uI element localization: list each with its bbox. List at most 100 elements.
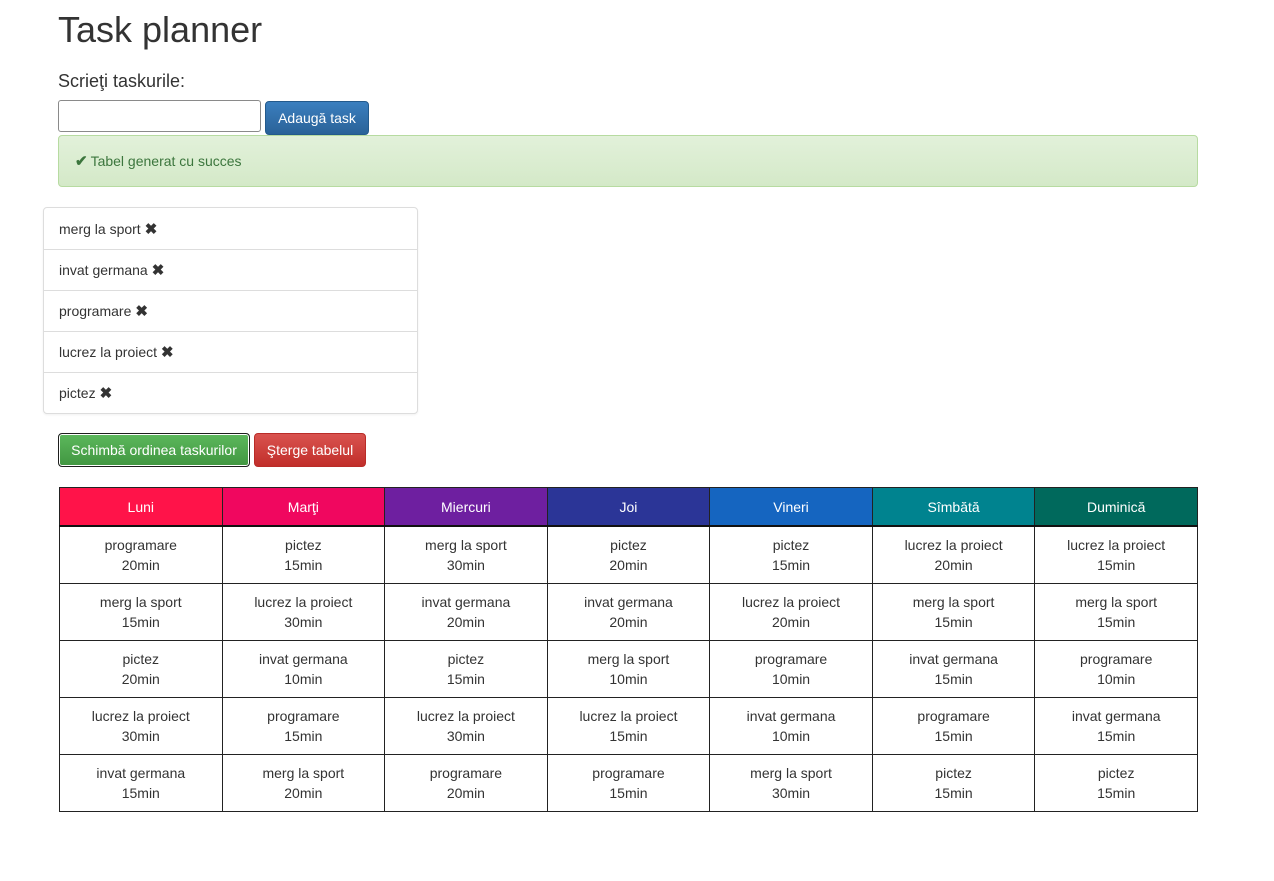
schedule-cell: invat germana 15min bbox=[871, 640, 1036, 698]
day-header: Duminică bbox=[1034, 487, 1198, 527]
task-list-item: programare ✖ bbox=[44, 290, 417, 331]
schedule-cell: pictez 15min bbox=[384, 640, 548, 698]
schedule-cell: pictez 15min bbox=[871, 754, 1036, 812]
cell-duration: 15min bbox=[934, 671, 973, 687]
day-header: Miercuri bbox=[384, 487, 548, 527]
cell-duration: 15min bbox=[121, 785, 160, 801]
cell-duration: 10min bbox=[609, 671, 648, 687]
schedule-cell: merg la sport 15min bbox=[871, 583, 1036, 641]
day-header: Luni bbox=[59, 487, 223, 527]
cell-task: merg la sport bbox=[262, 765, 345, 781]
cell-task: pictez bbox=[122, 651, 160, 667]
schedule-cell: invat germana 15min bbox=[1034, 697, 1198, 755]
cell-task: lucrez la proiect bbox=[742, 594, 841, 610]
schedule-cell: pictez 15min bbox=[709, 525, 873, 584]
task-list-item: pictez ✖ bbox=[44, 372, 417, 413]
cell-duration: 15min bbox=[446, 671, 485, 687]
cell-duration: 15min bbox=[1097, 614, 1136, 630]
cell-task: lucrez la proiect bbox=[579, 708, 678, 724]
cell-duration: 15min bbox=[771, 557, 811, 573]
cell-duration: 30min bbox=[771, 785, 811, 801]
cell-task: merg la sport bbox=[1075, 594, 1158, 610]
table-row: programare 20min pictez 15min merg la sport 3… bbox=[59, 525, 1198, 584]
remove-task-icon[interactable]: ✖ bbox=[135, 302, 148, 320]
cell-duration: 15min bbox=[1097, 728, 1136, 744]
cell-task: pictez bbox=[1097, 765, 1135, 781]
task-label: pictez bbox=[59, 385, 96, 401]
shuffle-tasks-button[interactable]: Schimbă ordinea taskurilor bbox=[58, 433, 250, 467]
schedule-cell: merg la sport 15min bbox=[59, 583, 223, 641]
cell-task: pictez bbox=[610, 537, 647, 553]
cell-task: merg la sport bbox=[912, 594, 995, 610]
schedule-cell: lucrez la proiect 30min bbox=[59, 697, 223, 755]
cell-task: programare bbox=[754, 651, 828, 667]
schedule-cell: pictez 15min bbox=[1034, 754, 1198, 812]
remove-task-icon[interactable]: ✖ bbox=[145, 220, 158, 238]
schedule-cell: lucrez la proiect 30min bbox=[221, 583, 386, 641]
task-input[interactable] bbox=[58, 100, 261, 132]
schedule-cell: merg la sport 20min bbox=[221, 754, 386, 812]
cell-duration: 15min bbox=[121, 614, 160, 630]
schedule-cell: programare 10min bbox=[1034, 640, 1198, 698]
remove-task-icon[interactable]: ✖ bbox=[161, 343, 174, 361]
task-list-item: merg la sport ✖ bbox=[44, 208, 417, 249]
cell-task: lucrez la proiect bbox=[416, 708, 515, 724]
day-header: Sîmbătă bbox=[871, 487, 1036, 527]
cell-task: lucrez la proiect bbox=[91, 708, 190, 724]
day-header: Marţi bbox=[221, 487, 386, 527]
cell-task: programare bbox=[267, 708, 340, 724]
cell-duration: 15min bbox=[934, 614, 973, 630]
cell-duration: 15min bbox=[609, 728, 648, 744]
cell-task: lucrez la proiect bbox=[254, 594, 353, 610]
schedule-cell: invat germana 20min bbox=[546, 583, 711, 641]
cell-task: pictez bbox=[935, 765, 972, 781]
cell-task: invat germana bbox=[258, 651, 348, 667]
cell-duration: 20min bbox=[934, 557, 973, 573]
cell-task: programare bbox=[104, 537, 177, 553]
day-header: Joi bbox=[546, 487, 711, 527]
cell-duration: 20min bbox=[771, 614, 811, 630]
cell-task: invat germana bbox=[1071, 708, 1161, 724]
cell-duration: 20min bbox=[609, 614, 648, 630]
schedule-table: Luni Marţi Miercuri Joi Vineri Sîmbătă Duminic… bbox=[59, 487, 1198, 812]
cell-duration: 20min bbox=[446, 785, 485, 801]
task-input-label: Scrieţi taskurile: bbox=[58, 71, 186, 91]
schedule-cell: lucrez la proiect 30min bbox=[384, 697, 548, 755]
cell-duration: 15min bbox=[934, 728, 973, 744]
cell-duration: 10min bbox=[771, 671, 811, 687]
cell-duration: 15min bbox=[934, 785, 973, 801]
cell-duration: 20min bbox=[284, 785, 323, 801]
day-header: Vineri bbox=[709, 487, 873, 527]
table-row: invat germana 15min merg la sport 20min prog… bbox=[59, 754, 1198, 812]
add-task-button[interactable]: Adaugă task bbox=[265, 101, 369, 135]
cell-duration: 10min bbox=[1097, 671, 1136, 687]
success-alert: ✔ Tabel generat cu succes bbox=[58, 135, 1198, 187]
check-icon: ✔ bbox=[75, 153, 88, 170]
cell-duration: 15min bbox=[284, 557, 323, 573]
task-label: lucrez la proiect bbox=[59, 344, 158, 360]
cell-duration: 30min bbox=[284, 614, 323, 630]
remove-task-icon[interactable]: ✖ bbox=[100, 384, 113, 402]
schedule-cell: programare 15min bbox=[871, 697, 1036, 755]
schedule-cell: lucrez la proiect 20min bbox=[871, 525, 1036, 584]
cell-task: invat germana bbox=[584, 594, 673, 610]
page-title: Task planner bbox=[58, 9, 263, 50]
task-list-item: invat germana ✖ bbox=[44, 249, 417, 290]
schedule-cell: merg la sport 15min bbox=[1034, 583, 1198, 641]
task-list: merg la sport ✖ invat germana ✖ programare ✖ l… bbox=[43, 207, 418, 414]
cell-duration: 20min bbox=[121, 671, 160, 687]
schedule-cell: lucrez la proiect 20min bbox=[709, 583, 873, 641]
task-label: merg la sport bbox=[59, 220, 141, 237]
remove-task-icon[interactable]: ✖ bbox=[152, 261, 165, 279]
schedule-cell: programare 20min bbox=[384, 754, 548, 812]
schedule-cell: merg la sport 30min bbox=[384, 525, 548, 584]
schedule-header-row: Luni Marţi Miercuri Joi Vineri Sîmbătă Duminic… bbox=[59, 487, 1198, 527]
task-label: invat germana bbox=[59, 262, 148, 278]
schedule-cell: pictez 20min bbox=[546, 525, 711, 584]
schedule-cell: invat germana 10min bbox=[221, 640, 386, 698]
delete-table-button[interactable]: Şterge tabelul bbox=[254, 433, 366, 467]
cell-task: merg la sport bbox=[750, 765, 832, 781]
cell-task: invat germana bbox=[421, 594, 511, 610]
cell-task: programare bbox=[429, 765, 503, 781]
schedule-cell: merg la sport 10min bbox=[546, 640, 711, 698]
